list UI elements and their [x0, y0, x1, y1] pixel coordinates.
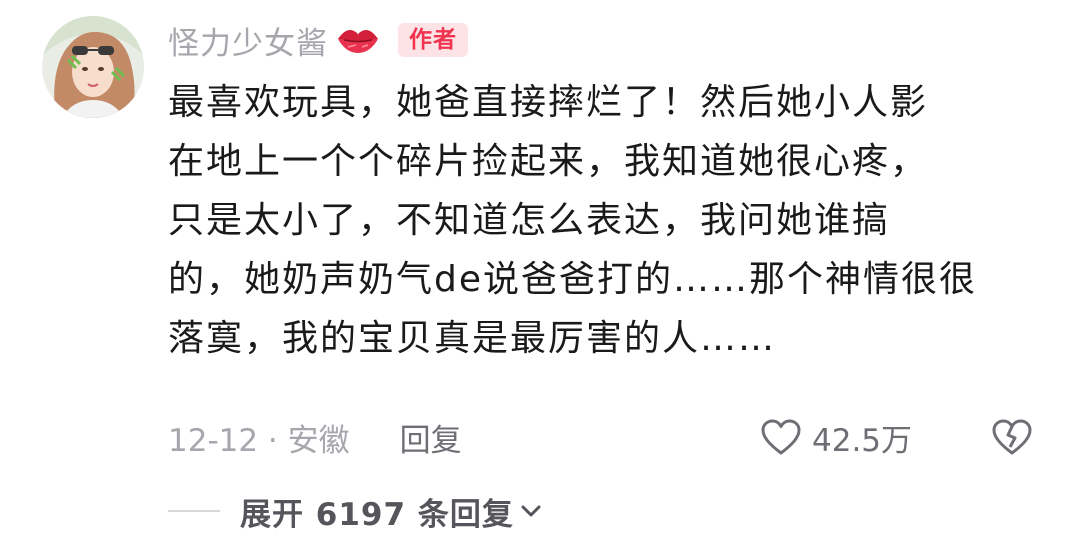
date-location: 12-12 · 安徽 [168, 422, 350, 459]
comment-text-line: 最喜欢玩具，她爸直接摔烂了！然后她小人影 [168, 82, 929, 123]
comment-text-line: 的，她奶声奶气de说爸爸打的……那个神情很很 [168, 259, 978, 300]
like-count: 42.5万 [812, 422, 913, 459]
comment-text-line: 在地上一个个碎片捡起来，我知道她很心疼， [168, 141, 929, 182]
chevron-down-icon [521, 505, 541, 517]
comment-text-line: 只是太小了，不知道怎么表达，我问她谁搞 [168, 200, 891, 241]
avatar[interactable] [42, 16, 144, 118]
reply-button[interactable]: 回复 [400, 415, 462, 460]
comment-header: 怪力少女酱 作者 [168, 18, 468, 62]
divider [168, 510, 220, 512]
comment-meta: 12-12 · 安徽 回复 42.5万 [168, 414, 1038, 460]
username[interactable]: 怪力少女酱 [168, 18, 328, 63]
comment-text-line: 落寞，我的宝贝真是最厉害的人…… [168, 318, 777, 359]
expand-replies-button[interactable]: 展开 6197 条回复 [240, 489, 542, 534]
comment-item: 怪力少女酱 作者 最喜欢玩具，她爸直接摔烂了！然后她小人影 在地上一个个碎片捡起… [0, 0, 1080, 554]
author-badge: 作者 [398, 23, 468, 57]
expand-replies-label: 展开 6197 条回复 [240, 496, 514, 533]
broken-heart-icon[interactable] [990, 417, 1034, 457]
expand-replies-row: 展开 6197 条回复 [168, 486, 542, 536]
comment-text: 最喜欢玩具，她爸直接摔烂了！然后她小人影 在地上一个个碎片捡起来，我知道她很心疼… [168, 73, 1038, 368]
heart-outline-icon [761, 419, 801, 455]
lips-icon [336, 25, 380, 55]
like-button[interactable]: 42.5万 [760, 414, 912, 460]
